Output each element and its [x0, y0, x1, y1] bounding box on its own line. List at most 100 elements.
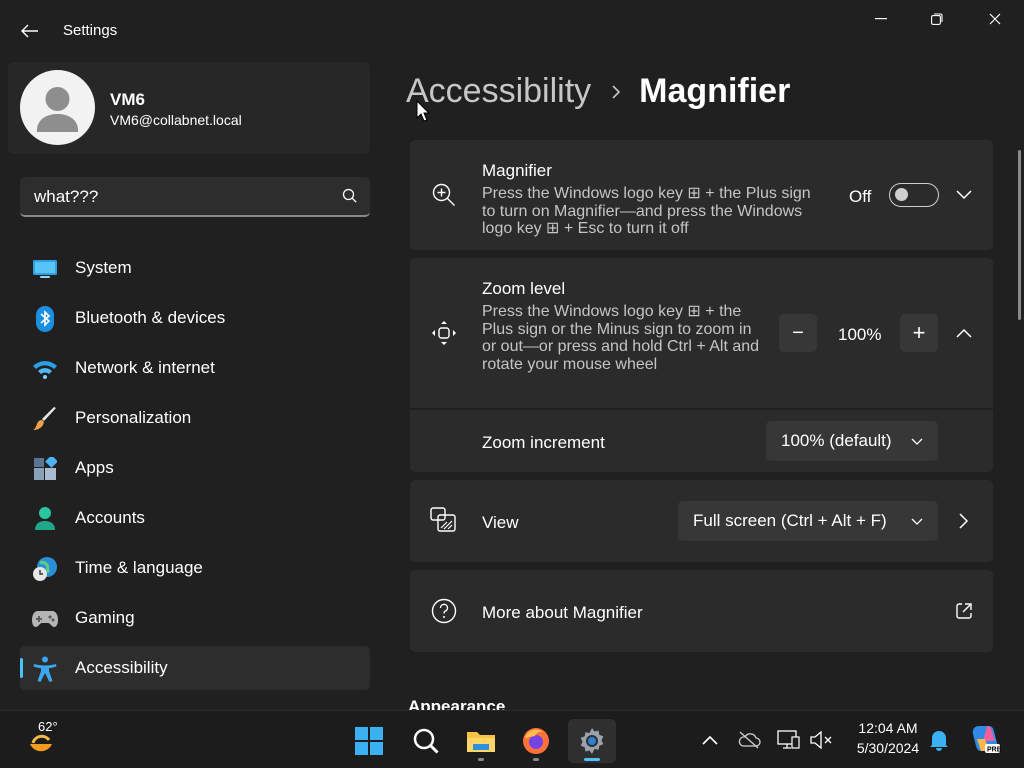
view-mode-dropdown[interactable]: Full screen (Ctrl + Alt + F) — [678, 501, 938, 541]
breadcrumb: Accessibility Magnifier — [406, 72, 790, 111]
windows-logo-icon — [355, 727, 383, 755]
copilot-icon: PRE — [972, 726, 1001, 754]
user-name: VM6 — [110, 90, 145, 109]
chevron-up-icon — [956, 328, 972, 338]
view-label: View — [482, 513, 519, 532]
taskbar: 62° 12:04 AM 5/30/2024 PRE — [0, 710, 1024, 768]
sidebar-item-time-language[interactable]: Time & language — [20, 546, 370, 590]
title-bar: Settings — [0, 0, 1024, 60]
restore-icon — [931, 13, 943, 25]
taskbar-search-button[interactable] — [404, 719, 448, 763]
search-icon — [413, 728, 439, 754]
view-setting-card[interactable]: View Full screen (Ctrl + Alt + F) — [410, 480, 993, 562]
zoom-out-button[interactable]: − — [779, 314, 817, 352]
running-indicator — [478, 758, 484, 761]
svg-text:PRE: PRE — [987, 747, 1001, 754]
magnifier-toggle-state: Off — [849, 187, 872, 206]
sidebar-item-label: Bluetooth & devices — [75, 308, 226, 327]
brush-icon — [32, 406, 58, 432]
open-external-button[interactable] — [952, 599, 976, 623]
breadcrumb-parent-link[interactable]: Accessibility — [406, 72, 591, 111]
start-button[interactable] — [347, 719, 391, 763]
zoom-increment-dropdown[interactable]: 100% (default) — [766, 421, 938, 461]
volume-tray-button[interactable] — [808, 727, 834, 753]
zoom-in-icon — [430, 181, 458, 209]
clock-time[interactable]: 12:04 AM — [848, 720, 928, 736]
sidebar-item-system[interactable]: System — [20, 246, 370, 290]
minimize-icon — [875, 18, 887, 20]
chevron-down-icon — [911, 438, 923, 445]
sidebar-item-label: System — [75, 258, 132, 277]
sidebar-item-label: Apps — [75, 458, 114, 477]
system-icon — [32, 256, 58, 282]
search-box[interactable]: what??? — [20, 177, 370, 217]
zoom-level-description: Press the Windows logo key ⊞ + the Plus … — [482, 303, 760, 373]
copilot-button[interactable]: PRE — [968, 722, 1002, 756]
search-button[interactable] — [340, 186, 360, 206]
external-link-icon — [956, 603, 972, 619]
search-icon — [342, 188, 357, 203]
scrollbar[interactable] — [1018, 150, 1021, 320]
sidebar-item-gaming[interactable]: Gaming — [20, 596, 370, 640]
avatar — [20, 70, 95, 145]
toggle-knob — [895, 188, 908, 201]
magnifier-expand-button[interactable] — [952, 183, 976, 207]
chevron-down-icon — [911, 518, 923, 525]
clock-date[interactable]: 5/30/2024 — [848, 740, 928, 756]
chevron-right-icon — [959, 513, 969, 529]
running-indicator — [533, 758, 539, 761]
zoom-increment-value: 100% (default) — [781, 431, 892, 450]
magnifier-description: Press the Windows logo key ⊞ + the Plus … — [482, 185, 811, 237]
zoom-increment-label: Zoom increment — [482, 433, 605, 452]
sidebar-item-network[interactable]: Network & internet — [20, 346, 370, 390]
sidebar-item-bluetooth[interactable]: Bluetooth & devices — [20, 296, 370, 340]
taskbar-settings[interactable] — [568, 719, 616, 763]
magnifier-title: Magnifier — [482, 161, 552, 180]
zoom-level-value: 100% — [838, 325, 882, 344]
sidebar-item-apps[interactable]: Apps — [20, 446, 370, 490]
wifi-icon — [32, 356, 58, 382]
show-hidden-icons-button[interactable] — [697, 727, 723, 753]
close-icon — [989, 13, 1001, 25]
restore-button[interactable] — [909, 4, 965, 34]
view-navigate-button[interactable] — [952, 509, 976, 533]
page-title: Magnifier — [639, 72, 791, 110]
mouse-cursor-icon — [416, 100, 430, 122]
user-email: VM6@collabnet.local — [110, 112, 242, 128]
more-about-magnifier-link[interactable]: More about Magnifier — [410, 570, 993, 652]
magnifier-toggle[interactable] — [889, 183, 939, 207]
cloud-offline-icon — [738, 731, 761, 749]
gear-icon — [580, 728, 604, 754]
sidebar-item-label: Personalization — [75, 408, 192, 427]
chevron-down-icon — [956, 190, 972, 200]
bell-icon — [930, 731, 948, 751]
back-button[interactable] — [14, 17, 46, 45]
sidebar-item-label: Time & language — [75, 558, 203, 577]
search-input[interactable]: what??? — [34, 187, 98, 207]
chevron-up-icon — [702, 735, 718, 745]
chevron-right-icon — [612, 84, 621, 99]
sidebar-item-accessibility[interactable]: Accessibility — [20, 646, 370, 690]
gamepad-icon — [32, 606, 58, 632]
zoom-increment-row: Zoom increment 100% (default) — [410, 410, 993, 472]
sidebar-nav: System Bluetooth & devices Network & int… — [20, 246, 370, 696]
notifications-button[interactable] — [926, 727, 952, 753]
weather-temperature: 62° — [38, 719, 58, 734]
close-button[interactable] — [967, 4, 1023, 34]
help-icon — [430, 597, 458, 625]
sidebar-item-label: Gaming — [75, 608, 135, 627]
accessibility-icon — [32, 656, 58, 682]
sidebar-item-accounts[interactable]: Accounts — [20, 496, 370, 540]
onedrive-tray-button[interactable] — [736, 727, 762, 753]
taskbar-file-explorer[interactable] — [459, 719, 503, 763]
zoom-in-button[interactable]: + — [900, 314, 938, 352]
sidebar-item-label: Accounts — [75, 508, 145, 527]
network-tray-button[interactable] — [776, 727, 802, 753]
user-profile-card[interactable]: VM6 VM6@collabnet.local — [8, 62, 370, 154]
minimize-button[interactable] — [853, 4, 909, 34]
magnifier-setting-card[interactable]: Magnifier Press the Windows logo key ⊞ +… — [410, 140, 993, 250]
zoom-collapse-button[interactable] — [952, 321, 976, 345]
sidebar-item-personalization[interactable]: Personalization — [20, 396, 370, 440]
accounts-icon — [32, 506, 58, 532]
taskbar-firefox[interactable] — [514, 719, 558, 763]
